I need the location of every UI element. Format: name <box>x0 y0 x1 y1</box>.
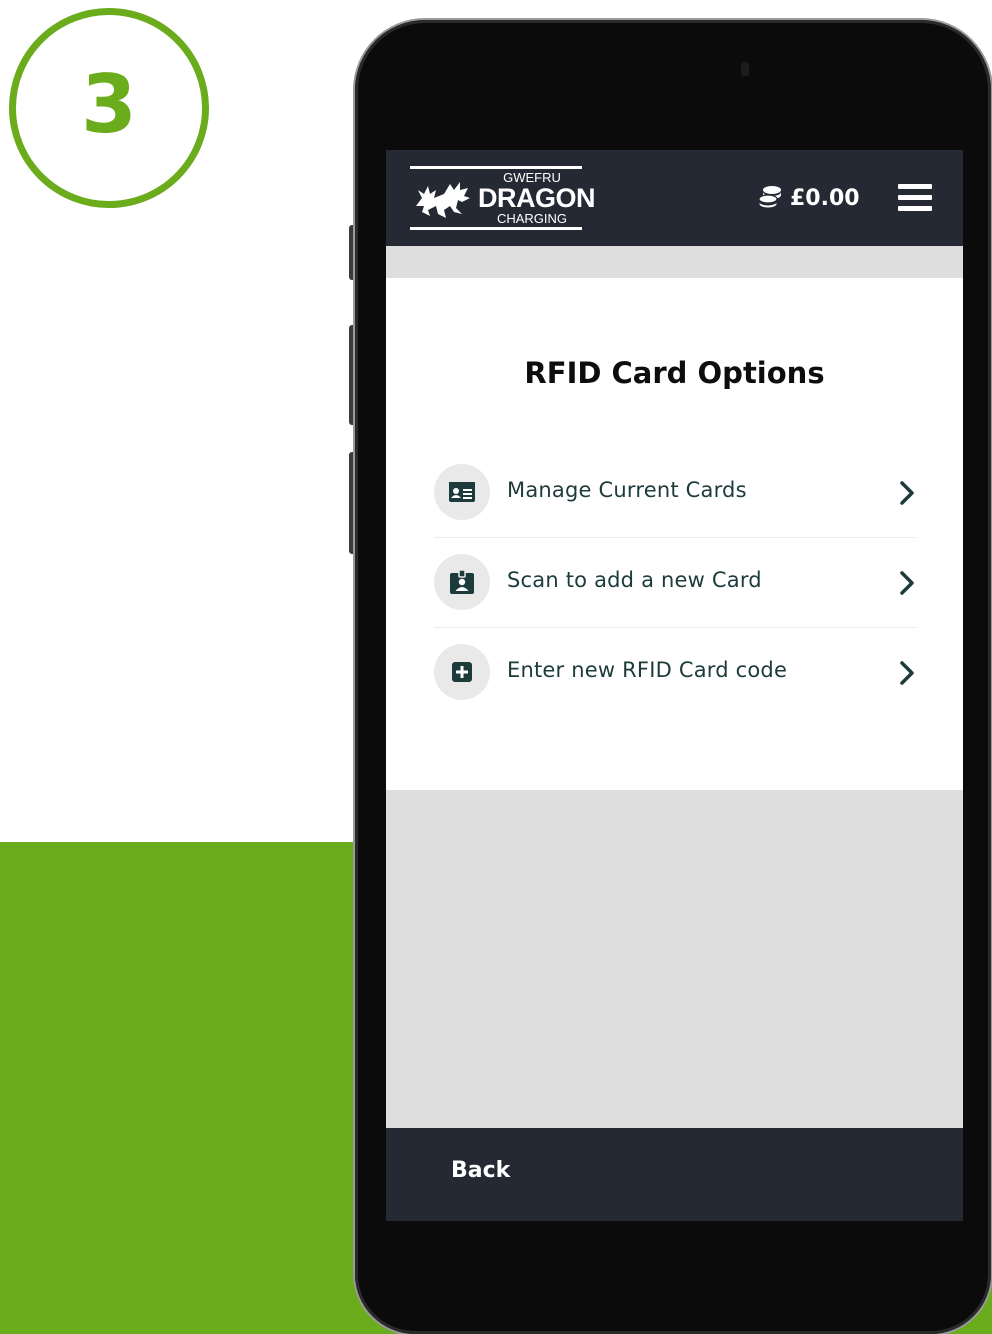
balance-display[interactable]: £0.00 <box>758 182 860 214</box>
options-list: Manage Current Cards Scan to add a new C… <box>434 448 916 717</box>
step-badge: 3 <box>9 8 209 208</box>
balance-amount: £0.00 <box>790 185 860 211</box>
camera-icon <box>741 62 749 76</box>
chevron-right-icon <box>900 481 914 505</box>
option-scan-new-card[interactable]: Scan to add a new Card <box>434 538 916 628</box>
option-label: Manage Current Cards <box>507 478 747 502</box>
id-card-icon <box>434 464 490 520</box>
app-footer: Back <box>386 1128 963 1221</box>
plus-square-icon <box>434 644 490 700</box>
chevron-right-icon <box>900 571 914 595</box>
chevron-right-icon <box>900 661 914 685</box>
step-number: 3 <box>81 58 137 151</box>
app-header: GWEFRU DRAGON CHARGING £0.00 <box>386 150 963 246</box>
option-label: Enter new RFID Card code <box>507 658 788 682</box>
option-enter-rfid-code[interactable]: Enter new RFID Card code <box>434 628 916 717</box>
header-spacer <box>386 246 963 278</box>
logo-bottom-text: CHARGING <box>496 211 568 226</box>
coins-icon <box>758 186 781 209</box>
back-button[interactable]: Back <box>451 1158 510 1183</box>
id-badge-icon <box>434 554 490 610</box>
hamburger-menu-icon[interactable] <box>898 184 932 212</box>
dragon-logo-icon <box>416 182 470 218</box>
option-manage-current-cards[interactable]: Manage Current Cards <box>434 448 916 538</box>
options-card: RFID Card Options Manage Current Cards S… <box>386 278 963 790</box>
option-label: Scan to add a new Card <box>507 568 762 592</box>
app-screen: GWEFRU DRAGON CHARGING £0.00 RFID Card O… <box>386 150 963 1221</box>
brand-logo[interactable]: GWEFRU DRAGON CHARGING <box>410 166 596 230</box>
page-title: RFID Card Options <box>524 356 825 390</box>
logo-main-text: DRAGON <box>478 183 596 213</box>
